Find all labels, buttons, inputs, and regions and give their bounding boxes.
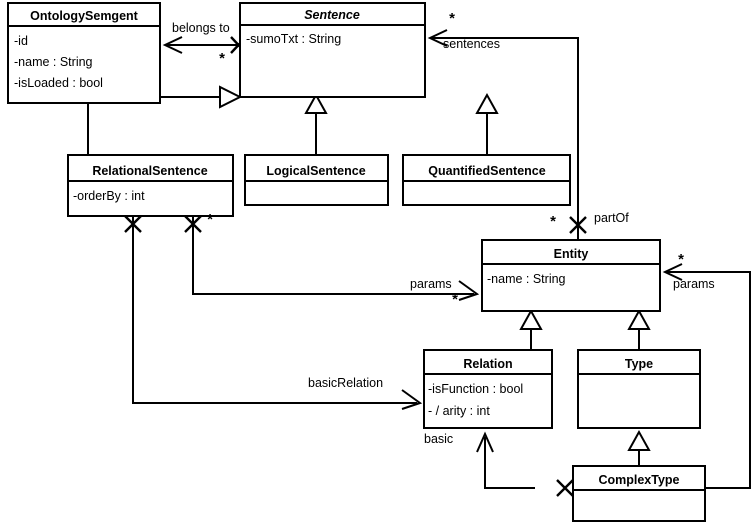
association-basic — [476, 431, 535, 489]
class-type[interactable]: Type — [577, 349, 701, 429]
class-entity[interactable]: Entity -name : String — [481, 239, 661, 312]
class-relational-sentence[interactable]: RelationalSentence -orderBy : int — [67, 154, 234, 217]
edge-label-basic-relation: basicRelation — [308, 376, 383, 390]
multiplicity-relational-params: * — [207, 211, 213, 228]
uml-class-diagram: OntologySemgent -id -name : String -isLo… — [0, 0, 755, 524]
class-attribute: -id — [14, 34, 28, 48]
generalization-complex-type — [627, 429, 651, 466]
class-complex-type[interactable]: ComplexType — [572, 465, 706, 522]
class-attribute: - / arity : int — [428, 404, 490, 418]
class-name-relation: Relation — [463, 357, 512, 371]
multiplicity-params-left: * — [452, 291, 458, 308]
class-quantified-sentence[interactable]: QuantifiedSentence — [402, 154, 571, 206]
class-name-complex-type: ComplexType — [598, 473, 679, 487]
class-name-quantified-sentence: QuantifiedSentence — [428, 164, 545, 178]
generalization-type — [627, 308, 651, 350]
generalization-relation — [519, 308, 543, 350]
edge-label-basic: basic — [424, 432, 453, 446]
multiplicity-sentences: * — [449, 10, 455, 27]
edge-label-belongs-to: belongs to — [172, 21, 230, 35]
class-sentence[interactable]: Sentence -sumoTxt : String — [239, 2, 426, 98]
class-attribute: -isFunction : bool — [428, 382, 523, 396]
x-marker-complextype-left — [556, 479, 574, 497]
class-name-type: Type — [625, 357, 653, 371]
class-name-sentence: Sentence — [304, 8, 360, 22]
class-relation[interactable]: Relation -isFunction : bool - / arity : … — [423, 349, 553, 429]
edge-label-sentences: sentences — [443, 37, 500, 51]
class-attribute: -sumoTxt : String — [246, 32, 341, 46]
class-name-relational-sentence: RelationalSentence — [92, 164, 207, 178]
edge-label-part-of: partOf — [594, 211, 629, 225]
class-ontology-semgent[interactable]: OntologySemgent -id -name : String -isLo… — [7, 2, 161, 104]
multiplicity-part-of: * — [550, 213, 556, 230]
association-belongs-to — [162, 36, 240, 54]
class-attribute: -isLoaded : bool — [14, 76, 103, 90]
class-attribute: -orderBy : int — [73, 189, 145, 203]
multiplicity-belongs-to: * — [219, 50, 225, 67]
multiplicity-params-right: * — [678, 251, 684, 268]
class-name-ontology-semgent: OntologySemgent — [30, 9, 138, 23]
edge-label-params-left: params — [410, 277, 452, 291]
generalization-logical-sentence — [304, 92, 328, 155]
class-attribute: -name : String — [487, 272, 566, 286]
class-logical-sentence[interactable]: LogicalSentence — [244, 154, 389, 206]
class-name-logical-sentence: LogicalSentence — [266, 164, 365, 178]
class-name-entity: Entity — [554, 247, 589, 261]
class-attribute: -name : String — [14, 55, 93, 69]
diagram-canvas: OntologySemgent -id -name : String -isLo… — [7, 2, 751, 522]
generalization-quantified-sentence — [475, 92, 499, 155]
edge-label-params-right: params — [673, 277, 715, 291]
